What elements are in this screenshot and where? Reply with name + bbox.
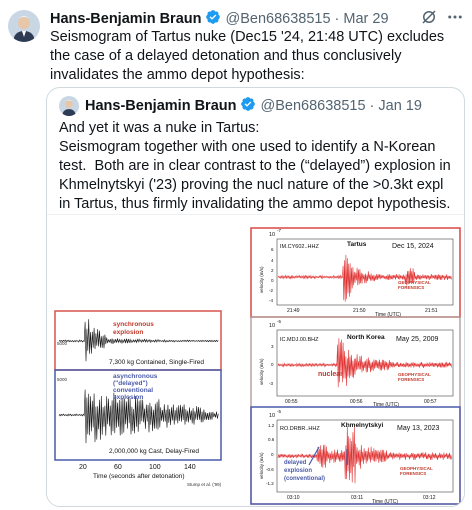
- annotation: nuclear: [318, 371, 343, 378]
- annotation: explosion: [284, 468, 312, 474]
- label-async-4: explosion: [113, 394, 143, 401]
- place: Tartus: [347, 241, 367, 248]
- author-name[interactable]: Hans-Benjamin Braun: [50, 11, 201, 27]
- quoted-header: Hans-Benjamin Braun @Ben68638515 · Jan 1…: [85, 96, 422, 116]
- y-label: velocity (m/s): [259, 266, 264, 293]
- date: May 13, 2023: [397, 425, 440, 432]
- date: Dec 15, 2024: [392, 243, 434, 250]
- logo-text: FORENSICS: [398, 377, 424, 382]
- quoted-handle: @Ben68638515: [260, 98, 366, 114]
- y-label: velocity (m/s): [259, 358, 264, 385]
- verified-badge-icon: [205, 9, 221, 29]
- author-handle[interactable]: @Ben68638515: [225, 11, 330, 27]
- y-tick: 1.2: [268, 423, 275, 428]
- quoted-media-image[interactable]: synchronous explosion 7,300 kg Contained…: [47, 214, 464, 506]
- x-label: Time (UTC): [375, 312, 401, 318]
- x-tick: 03:11: [351, 495, 363, 501]
- separator-dot: ·: [334, 11, 340, 27]
- author-avatar[interactable]: [8, 10, 40, 42]
- date: May 25, 2009: [396, 336, 439, 343]
- x-tick: 03:12: [423, 495, 436, 501]
- x-label: Time (UTC): [372, 499, 398, 505]
- label-async-1: asynchronous: [113, 373, 158, 380]
- annotation: delayed: [284, 460, 307, 466]
- y-tick: -1.2: [266, 481, 274, 486]
- x-tick: 21:49: [287, 308, 300, 314]
- y-tick-mid: 5000: [57, 377, 68, 382]
- y-tick-top: 5000: [57, 341, 68, 346]
- panel-tartus: 10 -7 IM.CY602..HHZ Tartus Dec 15, 2024 …: [259, 228, 454, 318]
- tweet-time[interactable]: Mar 29: [343, 11, 388, 27]
- x-tick: 60: [114, 464, 122, 471]
- seismogram-figure: synchronous explosion 7,300 kg Contained…: [54, 227, 461, 505]
- quoted-author-name: Hans-Benjamin Braun: [85, 98, 237, 114]
- exponent-sup: -5: [277, 409, 281, 414]
- exponent: 10: [269, 413, 275, 419]
- quoted-author-avatar: [59, 96, 79, 116]
- exponent: 10: [269, 323, 275, 329]
- x-tick: 00:56: [350, 399, 363, 405]
- x-tick: 03:10: [287, 495, 300, 501]
- y-tick: -3: [269, 381, 273, 386]
- tweet-header: Hans-Benjamin Braun @Ben68638515 · Mar 2…: [50, 9, 389, 29]
- caption-sync: 7,300 kg Contained, Single-Fired: [109, 359, 204, 366]
- panel-khmelnytskyi: 10 -5 RO.DRBR..HHZ Khmelnytskyi May 13, …: [259, 409, 454, 505]
- logo-text: FORENSICS: [398, 285, 424, 290]
- x-tick: 140: [184, 464, 196, 471]
- y-tick: -0.6: [266, 467, 274, 472]
- quoted-text: And yet it was a nuke in Tartus: Seismog…: [59, 120, 451, 212]
- x-tick: 00:57: [424, 399, 437, 405]
- x-tick: 20: [79, 464, 87, 471]
- y-tick: -4: [269, 298, 273, 303]
- logo-text: FORENSICS: [400, 471, 426, 476]
- verified-badge-icon: [240, 96, 256, 116]
- x-label: Time (UTC): [373, 402, 399, 408]
- x-tick: 21:51: [425, 308, 438, 314]
- caption-async: 2,000,000 kg Cast, Delay-Fired: [109, 448, 199, 455]
- station: IC.MDJ.00.BHZ: [280, 337, 319, 343]
- label-async-2: ("delayed"): [113, 380, 148, 387]
- quoted-tweet[interactable]: Hans-Benjamin Braun @Ben68638515 · Jan 1…: [46, 87, 465, 507]
- exponent-sup: -5: [277, 319, 281, 324]
- x-tick: 00:55: [285, 399, 298, 405]
- separator-dot: ·: [369, 98, 375, 114]
- label-sync-1: synchronous: [113, 321, 154, 328]
- y-tick: -2: [269, 288, 273, 293]
- place: North Korea: [347, 334, 385, 341]
- x-tick: 100: [149, 464, 161, 471]
- label-async-3: conventional: [113, 387, 153, 394]
- panel-north-korea: 10 -5 IC.MDJ.00.BHZ North Korea May 25, …: [259, 319, 454, 408]
- exponent: 10: [269, 232, 275, 238]
- annotation: (conventional): [284, 476, 325, 482]
- station: IM.CY602..HHZ: [280, 244, 319, 250]
- y-tick: 0.6: [268, 437, 275, 442]
- y-label: velocity (m/s): [259, 452, 264, 479]
- citation: Stump et al. ('99): [187, 482, 222, 487]
- x-tick: 21:50: [353, 308, 366, 314]
- left-figure: synchronous explosion 7,300 kg Contained…: [54, 310, 222, 487]
- label-sync-2: explosion: [113, 329, 143, 336]
- tweet-text: Seismogram of Tartus nuke (Dec15 '24, 21…: [50, 29, 445, 83]
- exponent-sup: -7: [277, 228, 281, 233]
- x-axis-label: Time (seconds after detonation): [93, 473, 185, 480]
- station: RO.DRBR..HHZ: [280, 426, 320, 432]
- quoted-time: Jan 19: [378, 98, 422, 114]
